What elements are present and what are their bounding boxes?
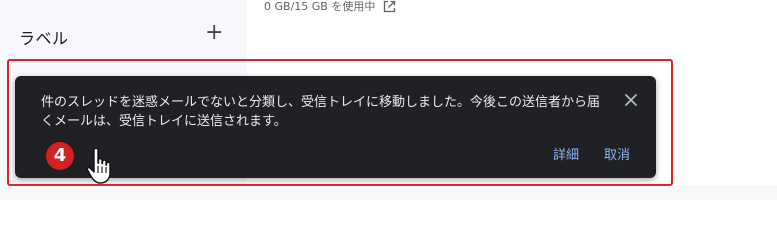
storage-usage: 0 GB/15 GB を使用中 bbox=[264, 0, 396, 14]
gmail-screen: ラベル + 0 GB/15 GB を使用中 件のスレッドを迷惑メールでないと分類… bbox=[0, 0, 777, 200]
open-in-new-icon[interactable] bbox=[383, 0, 396, 13]
step-number-badge: 4 bbox=[46, 142, 74, 170]
hand-pointer-icon bbox=[86, 147, 111, 184]
labels-section-title: ラベル bbox=[19, 29, 69, 48]
storage-usage-text: 0 GB/15 GB を使用中 bbox=[264, 0, 376, 13]
add-label-button[interactable]: + bbox=[205, 22, 223, 44]
content-bottom-band bbox=[247, 185, 777, 200]
